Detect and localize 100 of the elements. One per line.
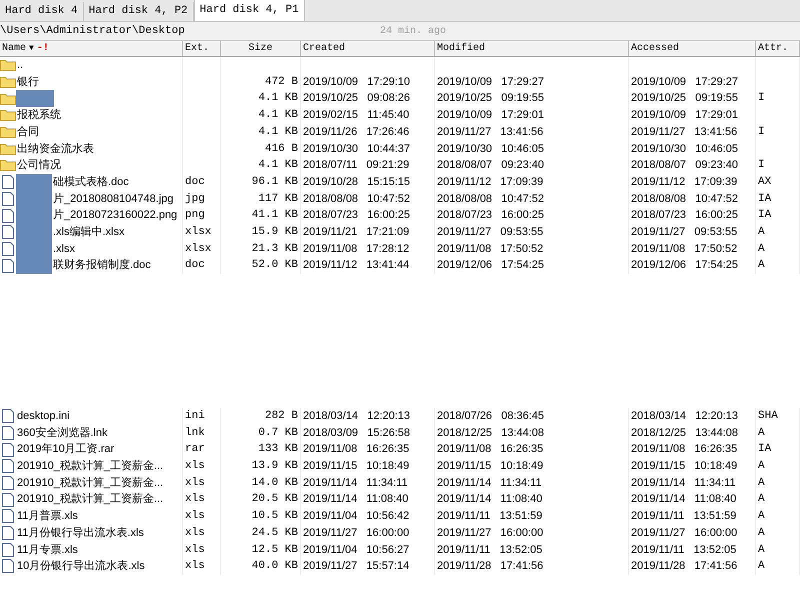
disk-tab[interactable]: Hard disk 4, P1 — [194, 0, 305, 21]
column-header[interactable]: Name ▼ -! — [0, 41, 183, 56]
file-size: 15.9 KB — [252, 224, 298, 240]
created-date: 2019/11/14 11:34:11 — [303, 476, 408, 491]
file-name[interactable]: desktop.ini — [16, 408, 70, 425]
accessed-date: 2019/12/06 17:54:25 — [631, 258, 738, 274]
file-attributes: IA — [758, 192, 772, 207]
created-date: 2019/11/14 11:08:40 — [303, 492, 408, 508]
created-date: 2019/11/26 17:26:46 — [303, 124, 410, 140]
created-date: 2018/07/11 09:21:29 — [303, 158, 410, 174]
file-attributes: A — [758, 559, 765, 574]
created-date: 2019/10/28 15:15:15 — [303, 174, 410, 190]
file-name[interactable]: 合同 — [16, 124, 39, 140]
file-size: 20.5 KB — [252, 492, 298, 508]
file-size: 117 KB — [258, 192, 298, 207]
file-name[interactable]: 出纳资金流水表 — [16, 140, 94, 158]
file-attributes: SHA — [758, 409, 778, 424]
file-attributes: A — [758, 476, 765, 491]
accessed-date: 2019/10/30 10:46:05 — [631, 142, 738, 157]
file-name[interactable]: 201910_税款计算_工资薪金... — [16, 491, 164, 508]
file-attributes: AX — [758, 174, 772, 190]
file-name[interactable]: .xls编辑中.xlsx — [52, 224, 124, 240]
file-icon — [2, 426, 14, 440]
scan-age-text: 24 min. ago — [380, 24, 446, 38]
file-size: 12.5 KB — [252, 542, 298, 558]
modified-date: 2019/11/27 16:00:00 — [437, 526, 544, 541]
file-name[interactable]: 11月份银行导出流水表.xls — [16, 524, 144, 542]
file-attributes: A — [758, 492, 765, 508]
file-extension: xls — [185, 476, 205, 491]
modified-date: 2018/08/08 10:47:52 — [437, 192, 544, 207]
file-icon — [2, 442, 14, 457]
file-icon — [2, 208, 14, 223]
column-header[interactable]: Created — [301, 41, 435, 56]
file-name[interactable]: 10月份银行导出流水表.xls — [16, 558, 145, 575]
created-date: 2019/11/04 10:56:42 — [303, 509, 410, 524]
file-name[interactable]: 2019年10月工资.rar — [16, 441, 114, 458]
file-extension: doc — [185, 174, 205, 190]
folder-icon — [0, 59, 16, 72]
file-icon — [2, 175, 14, 190]
folder-icon — [0, 159, 16, 172]
file-extension: xls — [185, 542, 205, 558]
file-name[interactable]: 片_20180808104748.jpg — [52, 190, 174, 208]
modified-date: 2019/11/12 17:09:39 — [437, 174, 544, 190]
file-icon — [2, 492, 14, 507]
file-size: 4.1 KB — [258, 91, 298, 106]
file-attributes: IA — [758, 442, 772, 458]
file-name[interactable]: 银行 — [16, 74, 39, 90]
created-date: 2018/03/09 15:26:58 — [303, 426, 410, 441]
created-date: 2019/11/21 17:21:09 — [303, 224, 410, 240]
created-date: 2019/10/25 09:08:26 — [303, 91, 410, 106]
path-text: \Users\Administrator\Desktop — [0, 24, 186, 39]
created-date: 2018/08/08 10:47:52 — [303, 192, 410, 207]
file-name[interactable]: 联财务报销制度.doc — [52, 257, 151, 274]
column-header[interactable]: Size — [221, 41, 301, 56]
file-name[interactable]: .. — [16, 57, 24, 74]
folder-icon — [0, 109, 16, 122]
file-name[interactable]: 201910_税款计算_工资薪金... — [16, 474, 164, 492]
file-icon — [2, 258, 14, 273]
file-name[interactable]: 11月专票.xls — [16, 542, 78, 558]
file-icon — [2, 242, 14, 256]
file-attributes: I — [758, 124, 765, 140]
accessed-date: 2019/10/25 09:19:55 — [631, 91, 738, 106]
file-extension: rar — [185, 442, 205, 458]
folder-icon — [0, 92, 16, 105]
file-size: 24.5 KB — [252, 526, 298, 541]
file-extension: png — [185, 208, 205, 224]
modified-date: 2018/12/25 13:44:08 — [437, 426, 544, 441]
file-name[interactable]: .xlsx — [52, 240, 75, 258]
file-size: 4.1 KB — [258, 158, 298, 174]
accessed-date: 2019/11/08 17:50:52 — [631, 242, 738, 257]
accessed-date: 2018/08/08 10:47:52 — [631, 192, 738, 207]
accessed-date: 2019/11/11 13:51:59 — [631, 509, 736, 524]
file-icon — [2, 526, 14, 540]
modified-date: 2019/10/09 17:29:01 — [437, 108, 544, 124]
file-name[interactable]: 片_20180723160022.png — [52, 207, 178, 224]
column-header[interactable]: Accessed — [629, 41, 756, 56]
column-header[interactable]: Ext. — [183, 41, 221, 56]
created-date: 2019/11/08 16:26:35 — [303, 442, 410, 458]
file-name[interactable]: 公司情况 — [16, 157, 61, 174]
file-size: 472 B — [264, 74, 298, 90]
modified-date: 2019/11/08 17:50:52 — [437, 242, 544, 257]
file-attributes: A — [758, 509, 765, 524]
accessed-date: 2018/08/07 09:23:40 — [631, 158, 738, 174]
file-size: 14.0 KB — [252, 476, 298, 491]
file-size: 282 B — [264, 409, 298, 424]
file-icon — [2, 509, 14, 524]
folder-icon — [0, 126, 16, 138]
accessed-date: 2018/03/14 12:20:13 — [631, 409, 738, 424]
column-header[interactable]: Attr. — [756, 41, 800, 56]
accessed-date: 2019/10/09 17:29:27 — [631, 74, 738, 90]
column-header[interactable]: Modified — [435, 41, 629, 56]
file-icon — [2, 409, 14, 424]
file-name[interactable]: 11月普票.xls — [16, 508, 78, 525]
modified-date: 2019/10/25 09:19:55 — [437, 91, 544, 106]
modified-date: 2019/10/30 10:46:05 — [437, 142, 544, 157]
file-name[interactable]: 础模式表格.doc — [52, 174, 129, 190]
file-icon — [2, 192, 14, 206]
file-name[interactable]: 报税系统 — [16, 107, 61, 124]
file-name[interactable]: 360安全浏览器.lnk — [16, 424, 108, 442]
file-name[interactable]: 201910_税款计算_工资薪金... — [16, 458, 164, 475]
